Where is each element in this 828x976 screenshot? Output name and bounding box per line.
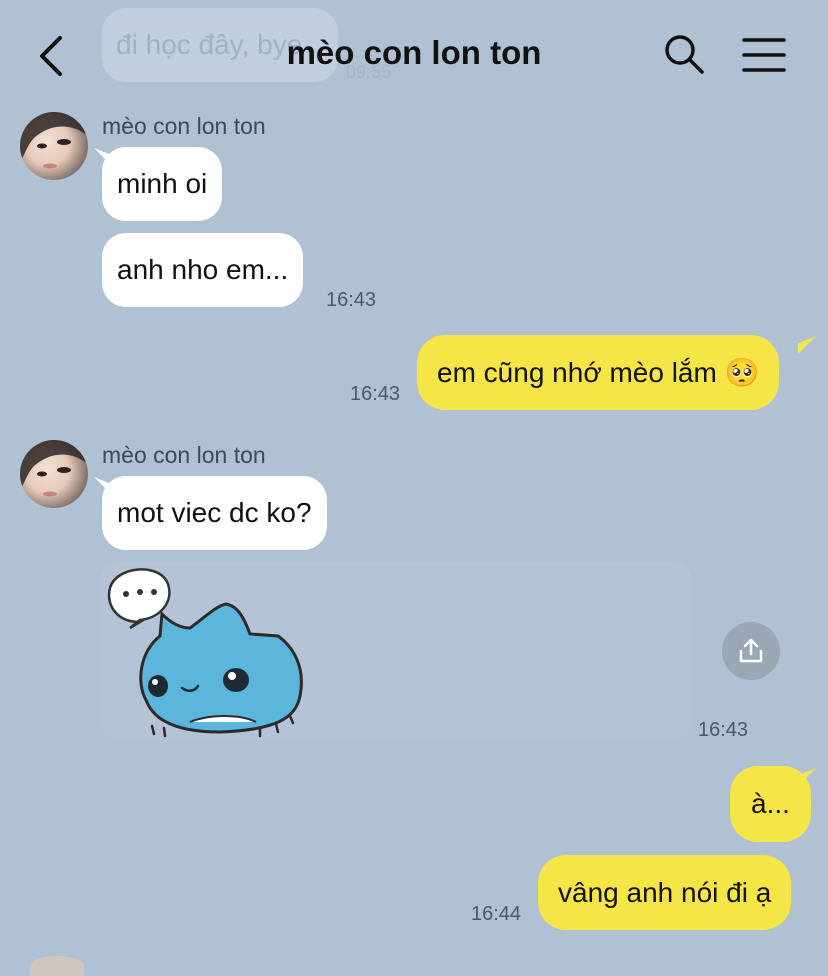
hamburger-menu-icon	[742, 38, 786, 72]
incoming-message[interactable]: mot viec dc ko?	[102, 476, 327, 550]
incoming-message[interactable]: minh oi	[102, 147, 223, 221]
message-time: 16:44	[471, 903, 522, 925]
message-text: minh oi	[117, 168, 208, 199]
search-button[interactable]	[662, 32, 706, 76]
message-text: mot viec dc ko?	[117, 497, 312, 528]
sender-name: mèo con lon ton	[102, 442, 266, 468]
message-text: em cũng nhớ mèo lắm 🥺	[437, 357, 760, 388]
blue-cat-sticker-icon	[107, 568, 303, 738]
message-text: à...	[751, 788, 790, 819]
profile-photo-icon	[20, 112, 88, 169]
message-time: 16:43	[698, 719, 749, 741]
share-button[interactable]	[722, 622, 780, 680]
message-time: 16:43	[350, 383, 401, 405]
message-time: 16:43	[326, 289, 377, 311]
avatar	[30, 956, 84, 976]
incoming-message[interactable]: anh nho em...	[102, 233, 304, 307]
share-icon	[739, 638, 763, 663]
sender-name: mèo con lon ton	[102, 113, 266, 139]
message-text: vâng anh nói đi ạ	[558, 876, 772, 908]
menu-button[interactable]	[740, 36, 788, 74]
bubble-tail	[798, 336, 816, 354]
outgoing-message[interactable]: vâng anh nói đi ạ	[538, 855, 792, 930]
outgoing-message[interactable]: em cũng nhớ mèo lắm 🥺	[417, 335, 780, 410]
profile-photo-icon	[20, 440, 88, 497]
message-text: anh nho em...	[117, 254, 289, 285]
avatar[interactable]	[20, 112, 88, 180]
chat-header: đi học đây, bye 09:55 mèo con lon ton	[0, 0, 828, 104]
avatar[interactable]	[20, 440, 88, 508]
sticker-message[interactable]	[100, 562, 692, 740]
search-icon	[665, 35, 704, 74]
